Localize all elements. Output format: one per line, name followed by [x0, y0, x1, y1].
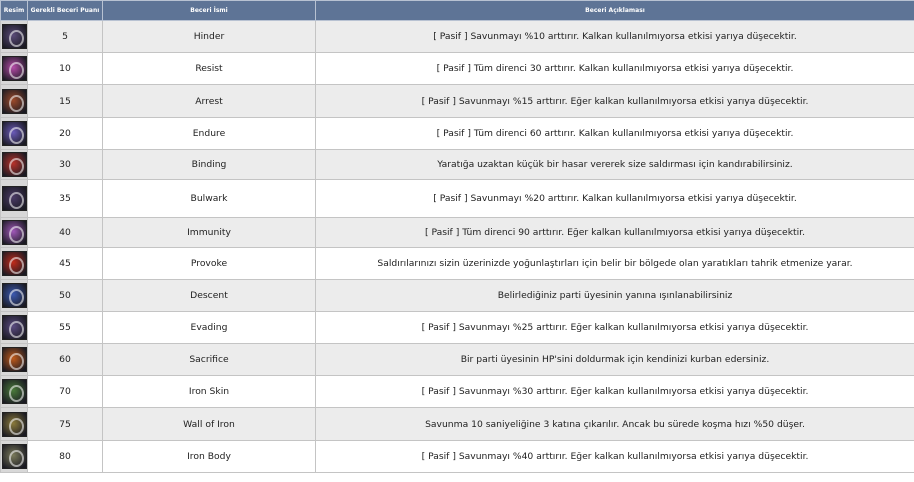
resist-ring-icon — [1, 56, 27, 81]
header-name: Beceri İsmi — [102, 0, 316, 21]
dragon-provoke-icon — [1, 251, 27, 276]
skill-icon-cell — [0, 343, 28, 376]
skills-table: Resim Gerekli Beceri Puanı Beceri İsmi B… — [0, 0, 914, 473]
skill-points: 35 — [27, 179, 103, 218]
skill-points: 75 — [27, 407, 103, 441]
skill-name: Hinder — [102, 20, 316, 53]
shield-evading-icon — [1, 315, 27, 340]
header-description: Beceri Açıklaması — [315, 0, 914, 21]
header-image: Resim — [0, 0, 28, 21]
table-row: 50 Descent Belirlediğiniz parti üyesinin y… — [0, 279, 914, 312]
table-body: 5 Hinder[ Pasif ] Savunmayı %10 arttırır.… — [0, 20, 914, 473]
skill-name: Endure — [102, 117, 316, 150]
shield-bulwark-icon — [1, 186, 27, 211]
skill-points: 30 — [27, 149, 103, 180]
table-row: 20 Endure[ Pasif ] Tüm direnci 60 arttırı… — [0, 117, 914, 150]
armor-arrest-icon — [1, 88, 27, 114]
iron-skin-icon — [1, 379, 27, 404]
skill-description: [ Pasif ] Savunmayı %20 arttırır. Kalkan… — [315, 179, 914, 218]
skill-name: Sacrifice — [102, 343, 316, 376]
skill-description: [ Pasif ] Savunmayı %25 arttırır. Eğer k… — [315, 311, 914, 344]
skill-points: 60 — [27, 343, 103, 376]
skill-icon-cell — [0, 84, 28, 118]
table-row: 35 Bulwark[ Pasif ] Savunmayı %20 arttırı… — [0, 179, 914, 218]
skill-icon-cell — [0, 117, 28, 150]
skill-description: [ Pasif ] Savunmayı %15 arttırır. Eğer k… — [315, 84, 914, 118]
skill-description: Bir parti üyesinin HP'sini doldurmak içi… — [315, 343, 914, 376]
skill-icon-cell — [0, 247, 28, 280]
wall-of-iron-icon — [1, 411, 27, 437]
table-row: 60 Sacrifice Bir parti üyesinin HP'sini do… — [0, 343, 914, 376]
skill-points: 5 — [27, 20, 103, 53]
skill-name: Iron Body — [102, 440, 316, 473]
sacrifice-icon — [1, 347, 27, 372]
skill-description: Belirlediğiniz parti üyesinin yanına ışı… — [315, 279, 914, 312]
skill-name: Descent — [102, 279, 316, 312]
table-row: 10 Resist[ Pasif ] Tüm direnci 30 arttırı… — [0, 52, 914, 85]
skill-points: 15 — [27, 84, 103, 118]
table-row: 75 Wall of Iron Savunma 10 saniyeliğine 3 … — [0, 407, 914, 441]
immunity-ring-icon — [1, 220, 27, 245]
table-row: 55 Evading[ Pasif ] Savunmayı %25 arttırı… — [0, 311, 914, 344]
skill-description: [ Pasif ] Tüm direnci 30 arttırır. Kalka… — [315, 52, 914, 85]
skill-description: [ Pasif ] Savunmayı %40 arttırır. Eğer k… — [315, 440, 914, 473]
table-row: 45 Provoke Saldırılarınızı sizin üzerinizd… — [0, 247, 914, 280]
table-row: 5 Hinder[ Pasif ] Savunmayı %10 arttırır.… — [0, 20, 914, 53]
skill-icon-cell — [0, 407, 28, 441]
skill-description: Yaratığa uzaktan küçük bir hasar vererek… — [315, 149, 914, 180]
skill-description: [ Pasif ] Savunmayı %10 arttırır. Kalkan… — [315, 20, 914, 53]
skill-description: Savunma 10 saniyeliğine 3 katına çıkarıl… — [315, 407, 914, 441]
skill-points: 20 — [27, 117, 103, 150]
skill-name: Provoke — [102, 247, 316, 280]
skill-name: Immunity — [102, 217, 316, 248]
dragon-binding-icon — [1, 152, 27, 177]
table-row: 40 Immunity[ Pasif ] Tüm direnci 90 arttı… — [0, 217, 914, 248]
skill-icon-cell — [0, 217, 28, 248]
skill-icon-cell — [0, 52, 28, 85]
skill-points: 55 — [27, 311, 103, 344]
skill-name: Iron Skin — [102, 375, 316, 408]
skill-points: 40 — [27, 217, 103, 248]
skill-points: 10 — [27, 52, 103, 85]
skill-icon-cell — [0, 440, 28, 473]
table-row: 30 Binding Yaratığa uzaktan küçük bir hasa… — [0, 149, 914, 180]
skill-icon-cell — [0, 279, 28, 312]
skill-icon-cell — [0, 311, 28, 344]
skill-points: 80 — [27, 440, 103, 473]
table-header-row: Resim Gerekli Beceri Puanı Beceri İsmi B… — [0, 0, 914, 21]
skill-icon-cell — [0, 179, 28, 218]
table-row: 70 Iron Skin[ Pasif ] Savunmayı %30 arttı… — [0, 375, 914, 408]
table-row: 80 Iron Body[ Pasif ] Savunmayı %40 arttı… — [0, 440, 914, 473]
skill-description: Saldırılarınızı sizin üzerinizde yoğunla… — [315, 247, 914, 280]
skill-name: Binding — [102, 149, 316, 180]
skill-icon-cell — [0, 375, 28, 408]
skill-name: Arrest — [102, 84, 316, 118]
skill-description: [ Pasif ] Tüm direnci 90 arttırır. Eğer … — [315, 217, 914, 248]
skill-name: Evading — [102, 311, 316, 344]
skill-points: 50 — [27, 279, 103, 312]
iron-body-icon — [1, 444, 27, 469]
header-points: Gerekli Beceri Puanı — [27, 0, 103, 21]
table-row: 15 Arrest[ Pasif ] Savunmayı %15 arttırır… — [0, 84, 914, 118]
skill-name: Bulwark — [102, 179, 316, 218]
skill-icon-cell — [0, 20, 28, 53]
skill-description: [ Pasif ] Tüm direnci 60 arttırır. Kalka… — [315, 117, 914, 150]
endure-ring-icon — [1, 121, 27, 146]
shield-purple-icon — [1, 24, 27, 49]
skill-points: 45 — [27, 247, 103, 280]
skill-name: Wall of Iron — [102, 407, 316, 441]
skill-description: [ Pasif ] Savunmayı %30 arttırır. Eğer k… — [315, 375, 914, 408]
skill-icon-cell — [0, 149, 28, 180]
descent-portal-icon — [1, 283, 27, 308]
skill-points: 70 — [27, 375, 103, 408]
skill-name: Resist — [102, 52, 316, 85]
